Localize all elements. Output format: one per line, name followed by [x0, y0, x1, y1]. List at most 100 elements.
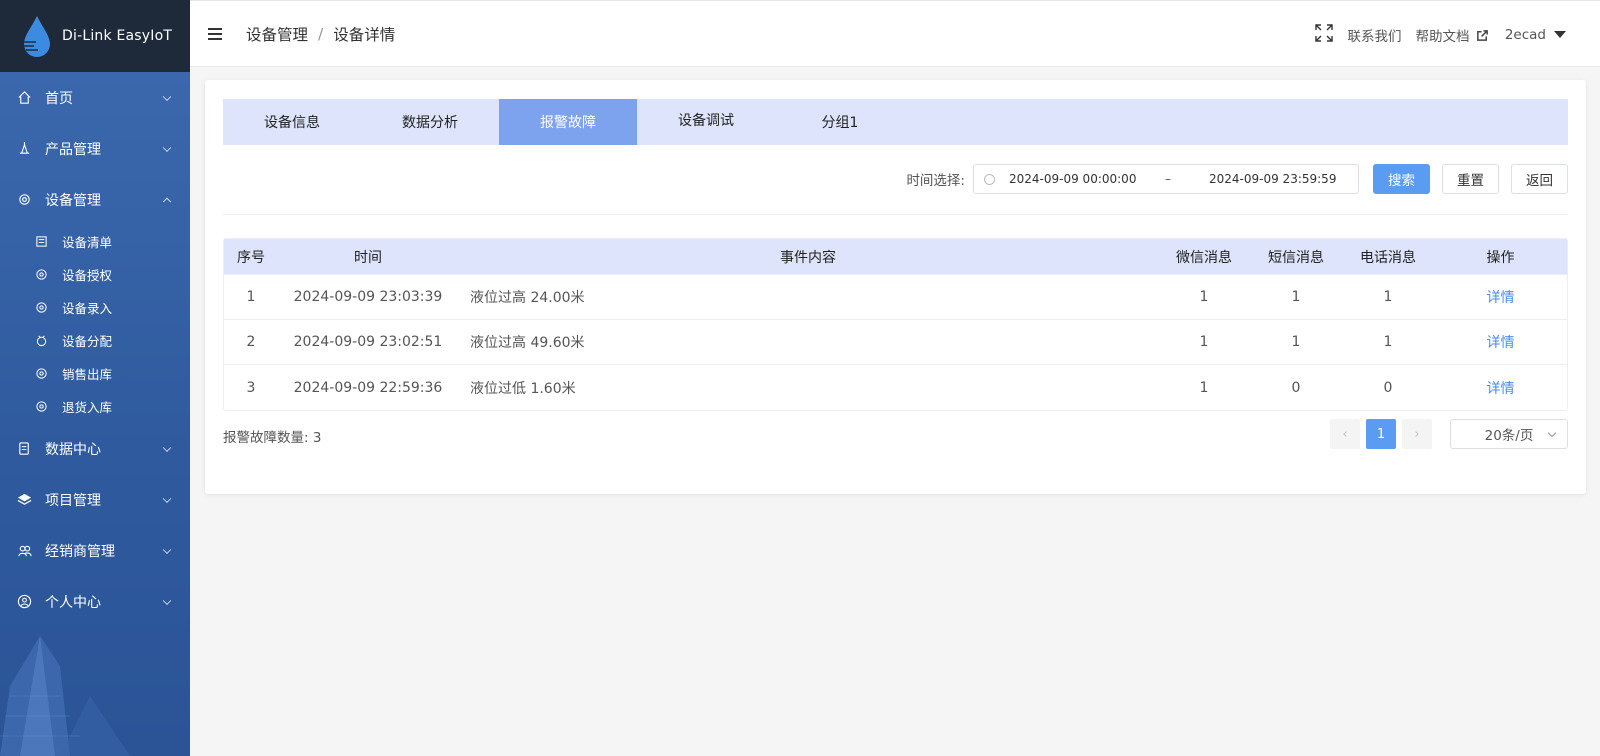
sidebar-subitem-label: 设备录入 [62, 301, 113, 316]
page-size-select[interactable]: 20条/页 [1450, 419, 1568, 449]
sidebar-item-product[interactable]: 产品管理 [0, 123, 190, 174]
help-docs-label: 帮助文档 [1415, 28, 1470, 45]
sidebar-item-personal[interactable]: 个人中心 [0, 576, 190, 627]
logo-drop-icon [24, 16, 50, 57]
breadcrumb-item-device-management[interactable]: 设备管理 [246, 23, 308, 45]
sidebar-subitem-device-auth[interactable]: 设备授权 [0, 258, 190, 291]
sidebar-subitem-sales-out[interactable]: 销售出库 [0, 357, 190, 390]
breadcrumb-separator: / [318, 24, 324, 43]
fullscreen-icon[interactable] [1314, 23, 1334, 47]
chevron-down-icon [162, 596, 172, 605]
cell-wechat: 1 [1199, 334, 1209, 350]
range-start[interactable]: 2024-09-09 00:00:00 [1009, 172, 1165, 186]
detail-link[interactable]: 详情 [1487, 335, 1515, 351]
sidebar-subitem-label: 退货入库 [62, 400, 113, 415]
cell-phone: 1 [1383, 289, 1393, 305]
home-icon [16, 90, 32, 106]
divider [223, 214, 1568, 215]
sidebar-item-home[interactable]: 首页 [0, 72, 190, 123]
sidebar-subitem-device-entry[interactable]: 设备录入 [0, 291, 190, 324]
sidebar-item-label: 数据中心 [45, 441, 101, 458]
chevron-down-icon [1547, 428, 1557, 438]
sidebar-subitem-label: 设备清单 [62, 235, 113, 250]
dealer-icon [16, 543, 32, 559]
page-number-button[interactable]: 1 [1366, 419, 1396, 449]
sidebar-item-data-center[interactable]: 数据中心 [0, 423, 190, 474]
sidebar: Di-Link EasyIoT 首页 产品管理 设备管理 设备清单 设备授权 设… [0, 0, 190, 756]
gear-icon [34, 268, 48, 282]
cell-wechat: 1 [1199, 379, 1209, 396]
chevron-down-icon [162, 443, 172, 452]
tab-device-debug[interactable]: 设备调试 [637, 99, 775, 145]
gear-icon [34, 301, 48, 315]
user-icon [16, 594, 32, 610]
cell-time: 2024-09-09 22:59:36 [293, 379, 443, 396]
menu-toggle-icon[interactable] [208, 27, 222, 40]
sidebar-item-project[interactable]: 项目管理 [0, 474, 190, 525]
header-actions: 联系我们 帮助文档 2ecad [1300, 1, 1566, 68]
cell-time: 2024-09-09 23:02:51 [293, 334, 443, 350]
sidebar-item-dealer[interactable]: 经销商管理 [0, 525, 190, 576]
sidebar-subitem-label: 销售出库 [62, 367, 113, 382]
detail-link[interactable]: 详情 [1487, 290, 1515, 306]
next-page-button[interactable]: › [1402, 419, 1432, 449]
pagination: ‹ 1 › 20条/页 [1324, 419, 1568, 449]
range-end[interactable]: 2024-09-09 23:59:59 [1209, 172, 1336, 186]
tab-data-analysis[interactable]: 数据分析 [361, 99, 499, 145]
product-icon [16, 141, 32, 157]
sidebar-subitem-label: 设备分配 [62, 334, 113, 349]
tab-device-info[interactable]: 设备信息 [223, 99, 361, 145]
alarm-count: 报警故障数量: 3 [223, 430, 322, 446]
gear-icon [34, 367, 48, 381]
page-size-value: 20条/页 [1484, 428, 1534, 444]
sidebar-item-label: 个人中心 [45, 594, 101, 611]
chevron-down-icon [162, 143, 172, 152]
tab-bar: 设备信息 数据分析 报警故障 设备调试 分组1 [223, 99, 1568, 145]
help-docs-link[interactable]: 帮助文档 [1416, 25, 1489, 45]
prev-page-button[interactable]: ‹ [1330, 419, 1360, 449]
col-header-no: 序号 [237, 249, 265, 266]
sidebar-subitem-device-assign[interactable]: 设备分配 [0, 324, 190, 357]
breadcrumb: 设备管理 / 设备详情 [246, 23, 395, 45]
search-button[interactable]: 搜索 [1373, 164, 1430, 194]
cell-phone: 1 [1383, 334, 1393, 350]
col-header-event: 事件内容 [780, 249, 836, 266]
tab-alarm-fault[interactable]: 报警故障 [499, 99, 637, 145]
chevron-up-icon [162, 197, 172, 206]
cell-wechat: 1 [1199, 289, 1209, 305]
user-menu[interactable]: 2ecad [1505, 27, 1566, 43]
chevron-down-icon [162, 545, 172, 554]
back-button[interactable]: 返回 [1511, 164, 1568, 194]
breadcrumb-item-device-detail: 设备详情 [333, 25, 396, 44]
sidebar-item-label: 设备管理 [45, 192, 101, 209]
reset-button[interactable]: 重置 [1442, 164, 1499, 194]
sidebar-item-label: 经销商管理 [45, 543, 115, 560]
main-card: 设备信息 数据分析 报警故障 设备调试 分组1 时间选择: 2024-09-09… [205, 80, 1586, 494]
cell-no: 2 [246, 334, 256, 350]
top-header: 设备管理 / 设备详情 联系我们 帮助文档 2ecad [190, 0, 1600, 67]
detail-link[interactable]: 详情 [1487, 381, 1515, 397]
col-header-wechat: 微信消息 [1176, 249, 1232, 266]
sidebar-item-label: 产品管理 [45, 141, 101, 158]
table-row: 2 2024-09-09 23:02:51 液位过高 49.60米 1 1 1 … [224, 320, 1567, 365]
tab-group1[interactable]: 分组1 [775, 99, 905, 145]
logo-bar: Di-Link EasyIoT [0, 0, 190, 72]
sidebar-item-device[interactable]: 设备管理 [0, 174, 190, 225]
sidebar-subitem-label: 设备授权 [62, 268, 113, 283]
caret-down-icon [1554, 31, 1566, 38]
sidebar-subitem-device-list[interactable]: 设备清单 [0, 225, 190, 258]
sidebar-subitem-return-in[interactable]: 退货入库 [0, 390, 190, 423]
device-icon [16, 192, 32, 208]
contact-us-link[interactable]: 联系我们 [1348, 25, 1402, 45]
time-filter: 时间选择: 2024-09-09 00:00:00 – 2024-09-09 2… [906, 164, 1568, 194]
chevron-down-icon [162, 92, 172, 101]
cell-time: 2024-09-09 23:03:39 [293, 289, 443, 305]
col-header-sms: 短信消息 [1268, 249, 1324, 266]
date-range-picker[interactable]: 2024-09-09 00:00:00 – 2024-09-09 23:59:5… [973, 164, 1359, 194]
col-header-phone: 电话消息 [1360, 249, 1416, 266]
sidebar-item-label: 首页 [45, 90, 73, 107]
col-header-action: 操作 [1486, 249, 1515, 266]
cell-sms: 1 [1291, 334, 1301, 350]
building-illustration [0, 636, 130, 756]
table-row: 1 2024-09-09 23:03:39 液位过高 24.00米 1 1 1 … [224, 275, 1567, 320]
